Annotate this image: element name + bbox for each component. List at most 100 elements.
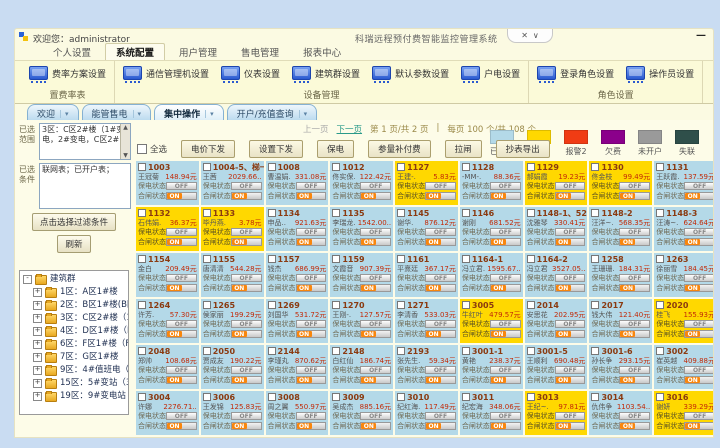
meter-card[interactable]: 2048郑帅108.68元保电状态OFF合闸状态ON xyxy=(136,345,199,389)
meter-card[interactable]: 1004-5、梯一王茜2029.66..保电状态OFF合闸状态ON xyxy=(201,161,264,205)
room-checkbox[interactable] xyxy=(203,255,211,263)
supply-status-toggle[interactable]: OFF xyxy=(555,412,586,420)
meter-card[interactable]: 1146谢刚681.52元保电状态OFF合闸状态ON xyxy=(460,207,523,251)
meter-card[interactable]: 1133毕丹燕.3.78元保电状态OFF合闸状态ON xyxy=(201,207,264,251)
meter-card[interactable]: 3011纪宏海348.06元保电状态OFF合闸状态ON xyxy=(460,391,523,435)
supply-status-toggle[interactable]: OFF xyxy=(684,182,713,190)
switch-status-toggle[interactable]: ON xyxy=(425,330,456,338)
switch-status-toggle[interactable]: ON xyxy=(360,192,391,200)
room-checkbox[interactable] xyxy=(268,347,276,355)
room-checkbox[interactable] xyxy=(138,163,146,171)
meter-card[interactable]: 1161平熹廷367.17元保电状态OFF合闸状态ON xyxy=(395,253,458,297)
select-all[interactable]: 全选 xyxy=(137,143,167,155)
chevron-down-icon[interactable]: ▾ xyxy=(60,110,69,118)
collapse-icon[interactable]: - xyxy=(23,275,32,284)
supply-status-toggle[interactable]: OFF xyxy=(360,274,391,282)
expand-icon[interactable]: + xyxy=(33,340,42,349)
switch-status-toggle[interactable]: ON xyxy=(166,192,197,200)
switch-status-toggle[interactable]: ON xyxy=(296,192,327,200)
supply-status-toggle[interactable]: OFF xyxy=(490,412,521,420)
meter-card[interactable]: 1265侯家丽199.29元保电状态OFF合闸状态ON xyxy=(201,299,264,343)
expand-icon[interactable]: + xyxy=(33,314,42,323)
switch-status-toggle[interactable]: ON xyxy=(490,284,521,292)
room-checkbox[interactable] xyxy=(268,393,276,401)
chevron-down-icon[interactable]: ∨ xyxy=(533,31,539,40)
meter-card[interactable]: 1157钱杰686.99元保电状态OFF合闸状态ON xyxy=(266,253,329,297)
switch-status-toggle[interactable]: ON xyxy=(619,192,650,200)
supply-status-toggle[interactable]: OFF xyxy=(490,366,521,374)
supply-status-toggle[interactable]: OFF xyxy=(619,320,650,328)
supply-status-toggle[interactable]: OFF xyxy=(166,228,197,236)
tree-item-8[interactable]: +19区：9#变电站（2#… xyxy=(23,390,128,403)
expand-icon[interactable]: + xyxy=(33,288,42,297)
meter-card[interactable]: 1269刘国华531.72元保电状态OFF合闸状态ON xyxy=(266,299,329,343)
supply-status-toggle[interactable]: OFF xyxy=(425,274,456,282)
room-checkbox[interactable] xyxy=(656,209,664,217)
toolbar-button-4[interactable]: 拉闸 xyxy=(445,140,482,158)
meter-card[interactable]: 1271李清香533.03元保电状态OFF合闸状态ON xyxy=(395,299,458,343)
switch-status-toggle[interactable]: ON xyxy=(231,422,262,430)
switch-status-toggle[interactable]: ON xyxy=(425,238,456,246)
supply-status-toggle[interactable]: OFF xyxy=(231,182,262,190)
room-checkbox[interactable] xyxy=(591,163,599,171)
switch-status-toggle[interactable]: ON xyxy=(360,330,391,338)
room-checkbox[interactable] xyxy=(268,209,276,217)
meter-card[interactable]: 1148-1、522沈雅琴330.41元保电状态OFF合闸状态ON xyxy=(525,207,588,251)
switch-status-toggle[interactable]: ON xyxy=(360,238,391,246)
expand-icon[interactable]: + xyxy=(33,301,42,310)
room-checkbox[interactable] xyxy=(138,393,146,401)
supply-status-toggle[interactable]: OFF xyxy=(360,228,391,236)
supply-status-toggle[interactable]: OFF xyxy=(490,182,521,190)
meter-card[interactable]: 3001-5王顺利690.48元保电状态OFF合闸状态ON xyxy=(525,345,588,389)
meter-card[interactable]: 1128-MM-.88.36元保电状态OFF合闸状态ON xyxy=(460,161,523,205)
meter-card[interactable]: 1127王建-.5.83元保电状态OFF合闸状态ON xyxy=(395,161,458,205)
tree-item-5[interactable]: +7区：G区1#楼 xyxy=(23,351,128,364)
switch-status-toggle[interactable]: ON xyxy=(490,238,521,246)
meter-card[interactable]: 1145谢华.876.12元保电状态OFF合闸状态ON xyxy=(395,207,458,251)
minimize-icon[interactable]: — xyxy=(696,30,706,41)
meter-card[interactable]: 3001-6孙长争293.15元保电状态OFF合闸状态ON xyxy=(589,345,652,389)
room-checkbox[interactable] xyxy=(462,301,470,309)
room-checkbox[interactable] xyxy=(527,163,535,171)
supply-status-toggle[interactable]: OFF xyxy=(231,320,262,328)
switch-status-toggle[interactable]: ON xyxy=(684,192,713,200)
meter-card[interactable]: 1154金白209.49元保电状态OFF合闸状态ON xyxy=(136,253,199,297)
meter-card[interactable]: 1129郝娟霞19.23元保电状态OFF合闸状态ON xyxy=(525,161,588,205)
meter-card[interactable]: 3006王发锦125.83元保电状态OFF合闸状态ON xyxy=(201,391,264,435)
refresh-button[interactable]: 刷新 xyxy=(57,235,90,253)
supply-status-toggle[interactable]: OFF xyxy=(490,274,521,282)
room-checkbox[interactable] xyxy=(591,347,599,355)
meter-card[interactable]: 3009吴成杰885.16元保电状态OFF合闸状态ON xyxy=(330,391,393,435)
supply-status-toggle[interactable]: OFF xyxy=(296,366,327,374)
supply-status-toggle[interactable]: OFF xyxy=(684,366,713,374)
close-icon[interactable]: ✕ xyxy=(521,31,528,40)
room-checkbox[interactable] xyxy=(591,301,599,309)
room-checkbox[interactable] xyxy=(268,255,276,263)
switch-status-toggle[interactable]: ON xyxy=(166,238,197,246)
switch-status-toggle[interactable]: ON xyxy=(166,330,197,338)
expand-icon[interactable]: + xyxy=(33,353,42,362)
toolbar-button-5[interactable]: 抄表导出 xyxy=(496,140,550,158)
meter-card[interactable]: 1263徐丽雪184.45元保电状态OFF合闸状态ON xyxy=(654,253,713,297)
switch-status-toggle[interactable]: ON xyxy=(555,376,586,384)
supply-status-toggle[interactable]: OFF xyxy=(425,228,456,236)
switch-status-toggle[interactable]: ON xyxy=(231,284,262,292)
room-checkbox[interactable] xyxy=(203,347,211,355)
supply-status-toggle[interactable]: OFF xyxy=(166,182,197,190)
expand-icon[interactable]: + xyxy=(33,366,42,375)
switch-status-toggle[interactable]: ON xyxy=(425,376,456,384)
ribbon-item-1-3[interactable]: 默认参数设置 xyxy=(372,66,449,80)
supply-status-toggle[interactable]: OFF xyxy=(360,412,391,420)
ribbon-item-1-0[interactable]: 通信管理机设置 xyxy=(123,66,209,80)
room-checkbox[interactable] xyxy=(397,209,405,217)
room-checkbox[interactable] xyxy=(462,255,470,263)
meter-card[interactable]: 1270王刚-.127.57元保电状态OFF合闸状态ON xyxy=(330,299,393,343)
room-checkbox[interactable] xyxy=(462,209,470,217)
switch-status-toggle[interactable]: ON xyxy=(166,422,197,430)
supply-status-toggle[interactable]: OFF xyxy=(296,182,327,190)
switch-status-toggle[interactable]: ON xyxy=(490,422,521,430)
menu-item-4[interactable]: 报表中心 xyxy=(293,44,351,60)
next-page-link[interactable]: 下一页 xyxy=(337,123,363,135)
supply-status-toggle[interactable]: OFF xyxy=(425,366,456,374)
supply-status-toggle[interactable]: OFF xyxy=(360,320,391,328)
